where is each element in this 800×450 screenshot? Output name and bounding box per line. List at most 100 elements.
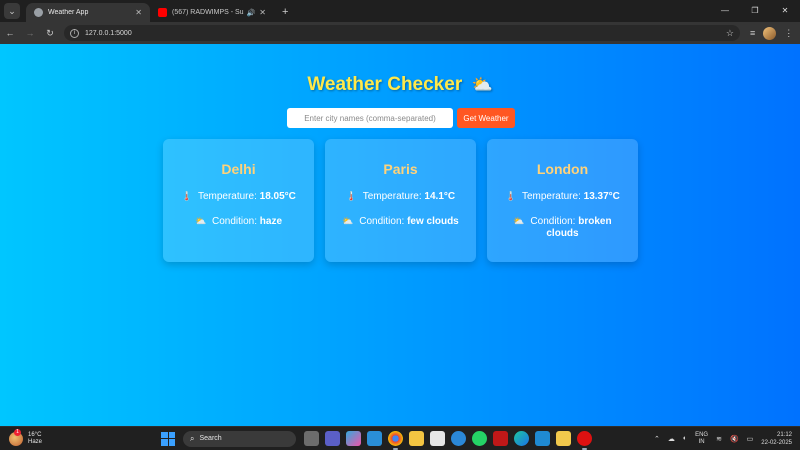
- condition-label: Condition:: [211, 216, 257, 227]
- card-temperature: 🌡️ Temperature: 18.05°C: [163, 190, 314, 203]
- condition-label: Condition:: [359, 216, 405, 227]
- widget-temp: 16°C: [28, 431, 42, 438]
- mcafee-icon[interactable]: [493, 431, 508, 446]
- close-tab-icon[interactable]: ✕: [259, 8, 266, 17]
- sun-cloud-icon: ⛅: [194, 216, 207, 226]
- sun-cloud-icon: ⛅: [342, 216, 354, 226]
- city-input[interactable]: [287, 108, 453, 128]
- profile-avatar[interactable]: [763, 26, 777, 40]
- card-condition: ⛅ Condition: broken clouds: [487, 215, 638, 240]
- weather-card-london: London 🌡️ Temperature: 13.37°C ⛅ Conditi…: [487, 139, 638, 262]
- reload-button[interactable]: ↻: [40, 28, 60, 39]
- file-explorer-icon[interactable]: [409, 431, 424, 446]
- card-city: Delhi: [221, 161, 256, 177]
- new-tab-button[interactable]: +: [282, 6, 288, 18]
- card-temperature: 🌡️ Temperature: 14.1°C: [325, 190, 476, 203]
- teams-icon[interactable]: [325, 431, 340, 446]
- security-icon[interactable]: ◐: [683, 435, 687, 442]
- thermometer-icon: 🌡️: [505, 191, 517, 201]
- page-title: Weather Checker ⛅: [0, 74, 800, 96]
- weather-cards: Delhi 🌡️ Temperature: 18.05°C ⛅ Conditio…: [163, 139, 638, 262]
- lang-top: ENG: [695, 431, 709, 438]
- weather-card-delhi: Delhi 🌡️ Temperature: 18.05°C ⛅ Conditio…: [163, 139, 314, 262]
- clock-time: 21:12: [776, 431, 792, 438]
- tab-weather-app[interactable]: Weather App ✕: [26, 3, 150, 22]
- tab-title: (567) RADWIMPS - Suzume: [172, 9, 244, 16]
- sun-cloud-icon: ⛅: [513, 216, 525, 226]
- condition-value: haze: [259, 216, 283, 227]
- notes-app-icon[interactable]: [556, 431, 571, 446]
- edge-icon[interactable]: [514, 431, 529, 446]
- condition-value: few clouds: [407, 216, 459, 227]
- task-view-icon[interactable]: [304, 431, 319, 446]
- youtube-icon: [158, 8, 167, 17]
- language-indicator[interactable]: ENG IN: [695, 432, 708, 446]
- chevron-up-icon[interactable]: ⌃: [654, 435, 660, 443]
- url-text: 127.0.0.1:5000: [85, 29, 132, 37]
- media-controls-icon[interactable]: ≡: [750, 28, 755, 38]
- thermometer-icon: 🌡️: [181, 191, 193, 201]
- card-condition: ⛅ Condition: few clouds: [325, 215, 476, 228]
- notification-badge: 1: [14, 428, 21, 436]
- browser-toolbar: ← → ↻ i 127.0.0.1:5000 ☆ ≡ ⋮: [0, 22, 800, 44]
- system-tray: ⌃ ☁ ◐ ENG IN ≋ 🔇 ▭ 21:12 22-02-2025: [654, 431, 792, 447]
- close-tab-icon[interactable]: ✕: [135, 8, 142, 17]
- temperature-label: Temperature:: [197, 191, 257, 202]
- get-weather-button[interactable]: Get Weather: [457, 108, 515, 128]
- clock-date: 22-02-2025: [761, 439, 792, 446]
- weather-widget-icon: 1: [9, 428, 23, 446]
- site-info-icon[interactable]: i: [70, 28, 79, 38]
- temperature-label: Temperature:: [521, 191, 581, 202]
- back-button[interactable]: ←: [0, 28, 20, 38]
- settings-app-icon[interactable]: [451, 431, 466, 446]
- volume-mute-icon[interactable]: 🔇: [730, 435, 739, 443]
- forward-button[interactable]: →: [20, 28, 40, 38]
- tab-title: Weather App: [48, 9, 89, 16]
- thermometer-icon: 🌡️: [345, 191, 358, 201]
- maximize-button[interactable]: ❐: [740, 6, 770, 15]
- windows-taskbar: 1 16°C Haze ⌕ Search ⌃ ☁ ◐ ENG IN ≋ 🔇 ▭ …: [0, 426, 800, 450]
- taskbar-search[interactable]: ⌕ Search: [183, 430, 296, 447]
- weather-card-paris: Paris 🌡️ Temperature: 14.1°C ⛅ Condition…: [325, 139, 476, 262]
- window-controls: — ❐ ✕: [710, 0, 800, 20]
- speaker-icon[interactable]: 🔊: [247, 9, 256, 17]
- temperature-value: 14.1°C: [424, 191, 456, 202]
- minimize-button[interactable]: —: [710, 6, 740, 15]
- bookmark-star-icon[interactable]: ☆: [726, 28, 734, 39]
- search-form: Get Weather: [287, 108, 515, 128]
- lang-bottom: IN: [698, 438, 705, 445]
- pinned-apps: [304, 431, 592, 450]
- weather-widget[interactable]: 1 16°C Haze: [9, 428, 139, 446]
- menu-kebab-icon[interactable]: ⋮: [784, 28, 793, 39]
- widget-condition: Haze: [28, 438, 43, 445]
- browser-tab-strip: ⌄ Weather App ✕ (567) RADWIMPS - Suzume …: [0, 0, 800, 22]
- opera-icon[interactable]: [577, 431, 592, 450]
- clock[interactable]: 21:12 22-02-2025: [761, 431, 792, 447]
- chrome-icon[interactable]: [388, 431, 403, 450]
- card-city: London: [536, 161, 589, 177]
- search-icon: ⌕: [190, 433, 195, 443]
- battery-icon[interactable]: ▭: [747, 435, 754, 443]
- whatsapp-icon[interactable]: [472, 431, 487, 446]
- store-icon[interactable]: [430, 431, 445, 446]
- mail-icon[interactable]: [367, 431, 382, 446]
- title-text: Weather Checker: [307, 74, 463, 95]
- close-window-button[interactable]: ✕: [770, 6, 800, 15]
- temperature-value: 18.05°C: [259, 191, 296, 202]
- card-condition: ⛅ Condition: haze: [163, 215, 314, 228]
- card-temperature: 🌡️ Temperature: 13.37°C: [487, 190, 638, 203]
- temperature-value: 13.37°C: [583, 191, 620, 202]
- windows-start-icon[interactable]: [161, 431, 175, 446]
- card-city: Paris: [383, 161, 418, 177]
- weather-app-page: Weather Checker ⛅ Get Weather Delhi 🌡️ T…: [0, 44, 800, 426]
- taskbar-search-label: Search: [199, 435, 222, 442]
- globe-icon: [34, 8, 43, 17]
- vscode-icon[interactable]: [535, 431, 550, 446]
- copilot-icon[interactable]: [346, 431, 361, 446]
- address-bar[interactable]: i 127.0.0.1:5000 ☆: [64, 25, 740, 41]
- weather-widget-text: 16°C Haze: [28, 432, 42, 446]
- tab-search-button[interactable]: ⌄: [4, 3, 20, 19]
- cloud-sync-icon[interactable]: ☁: [668, 435, 675, 443]
- wifi-icon[interactable]: ≋: [716, 435, 722, 443]
- tab-youtube[interactable]: (567) RADWIMPS - Suzume 🔊 ✕: [150, 3, 274, 22]
